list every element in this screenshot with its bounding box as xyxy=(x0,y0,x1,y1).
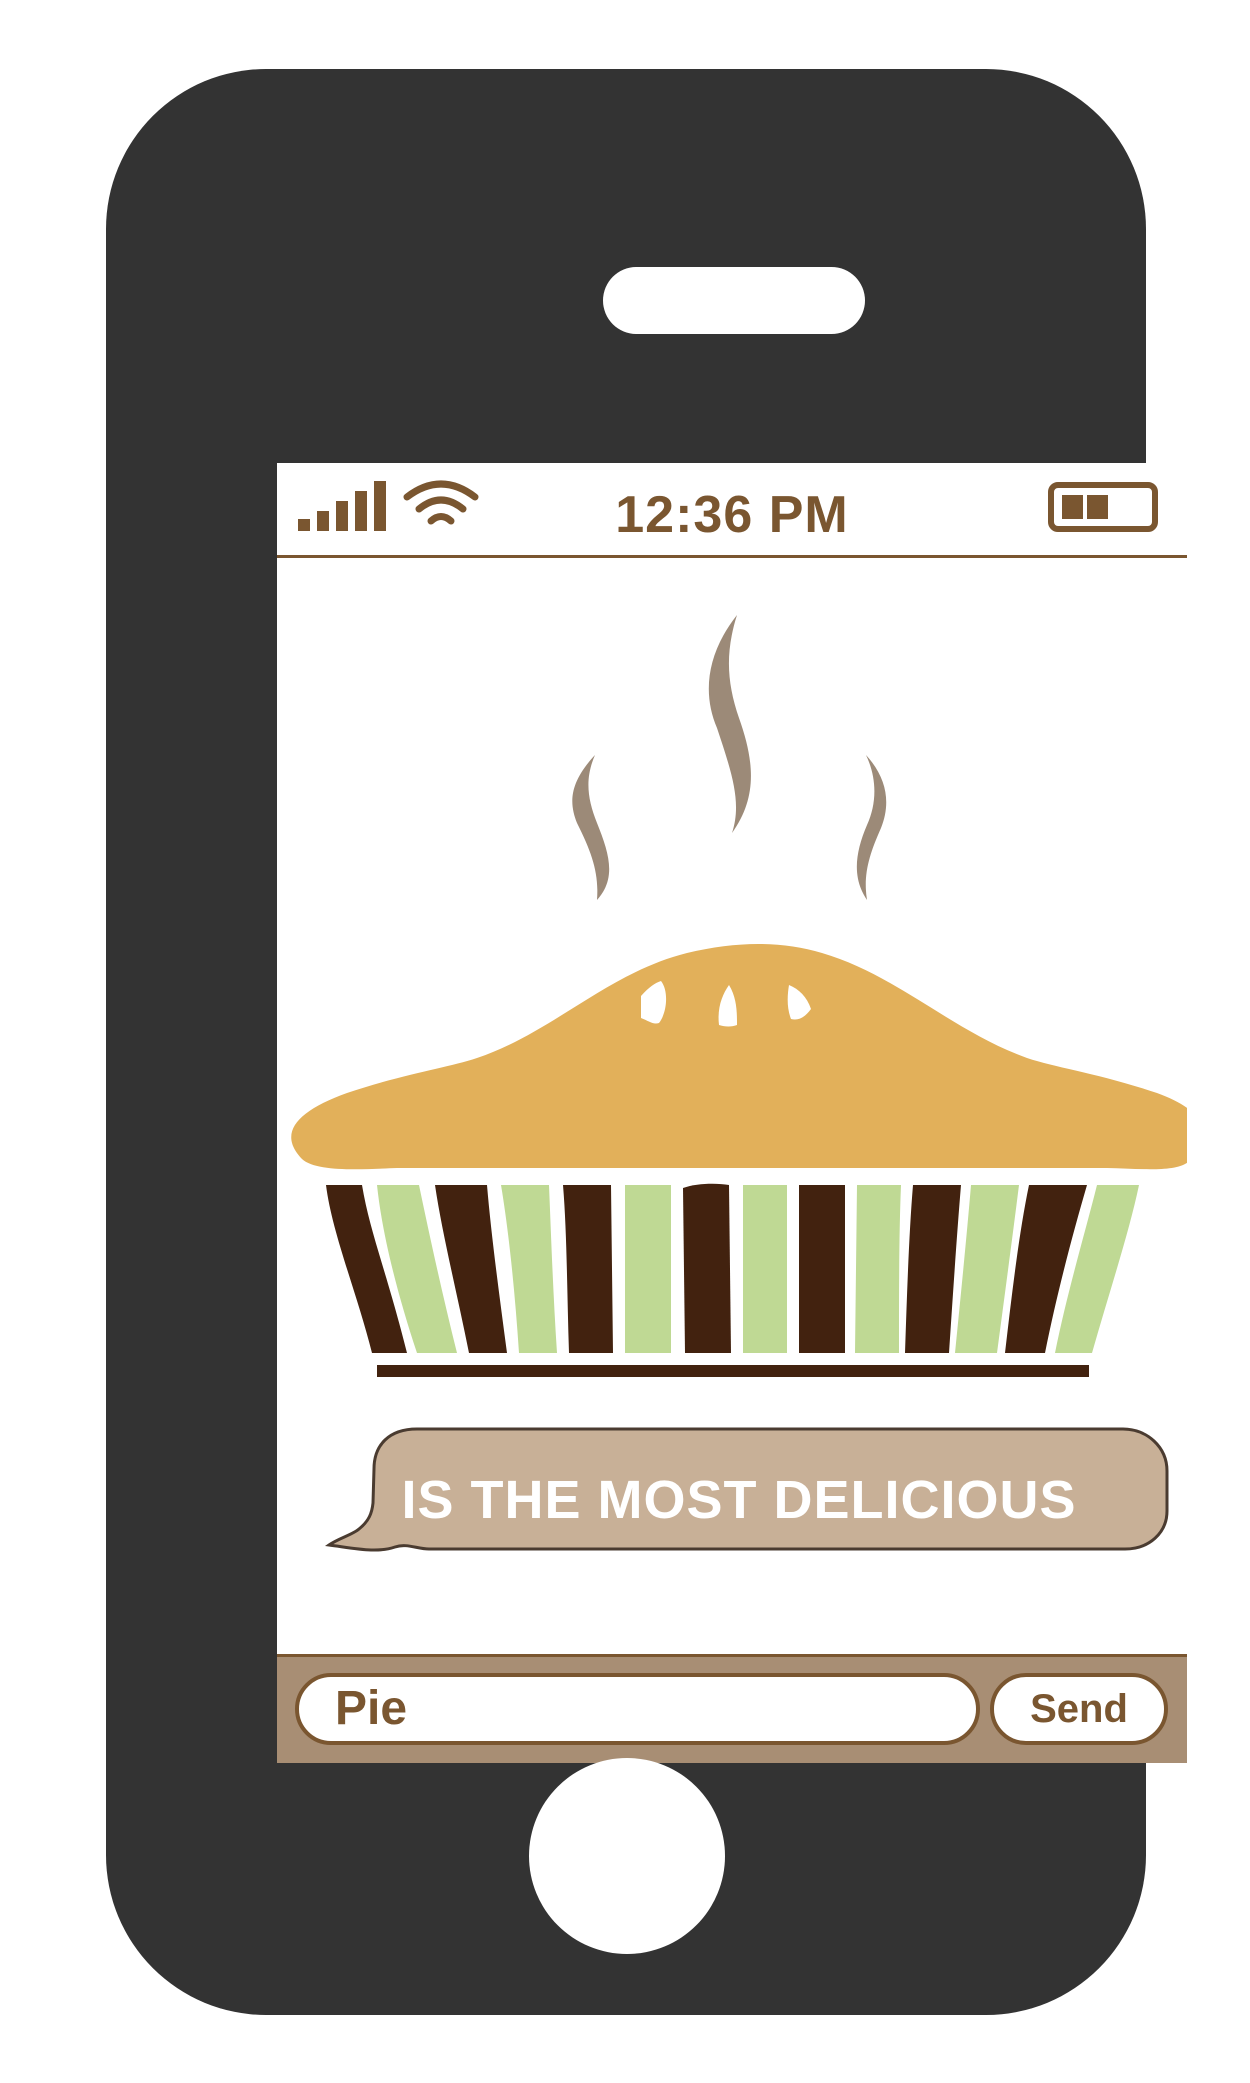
send-button[interactable]: Send xyxy=(990,1673,1168,1745)
speaker-slot xyxy=(603,267,865,334)
battery-icon xyxy=(1048,482,1158,532)
steam-icon xyxy=(572,615,887,900)
phone-body: 12:36 PM IS THE MOST DELICIOUS Pie Send xyxy=(106,69,1187,2015)
message-input[interactable]: Pie xyxy=(295,1673,980,1745)
pie-pan-base xyxy=(377,1365,1089,1377)
pie-pan xyxy=(326,1183,1139,1353)
home-button[interactable] xyxy=(529,1758,725,1954)
pie-crust xyxy=(291,944,1187,1170)
composer-bar: Pie Send xyxy=(277,1654,1187,1763)
message-bubble-text: IS THE MOST DELICIOUS xyxy=(401,1470,1077,1530)
phone-screen: 12:36 PM IS THE MOST DELICIOUS Pie Send xyxy=(277,463,1187,1763)
status-bar: 12:36 PM xyxy=(277,463,1187,558)
